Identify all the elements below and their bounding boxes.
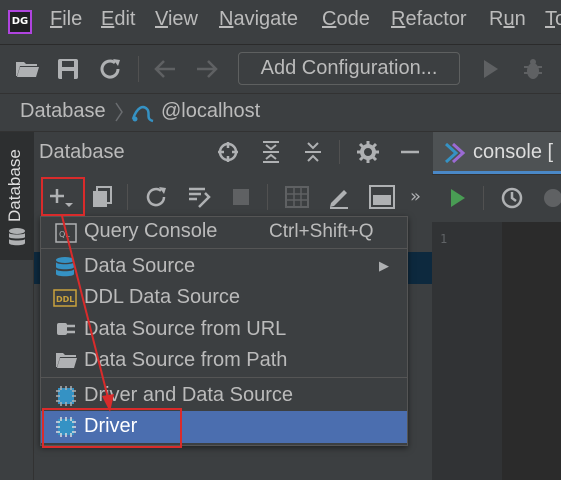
annotation-arrow	[61, 215, 114, 412]
